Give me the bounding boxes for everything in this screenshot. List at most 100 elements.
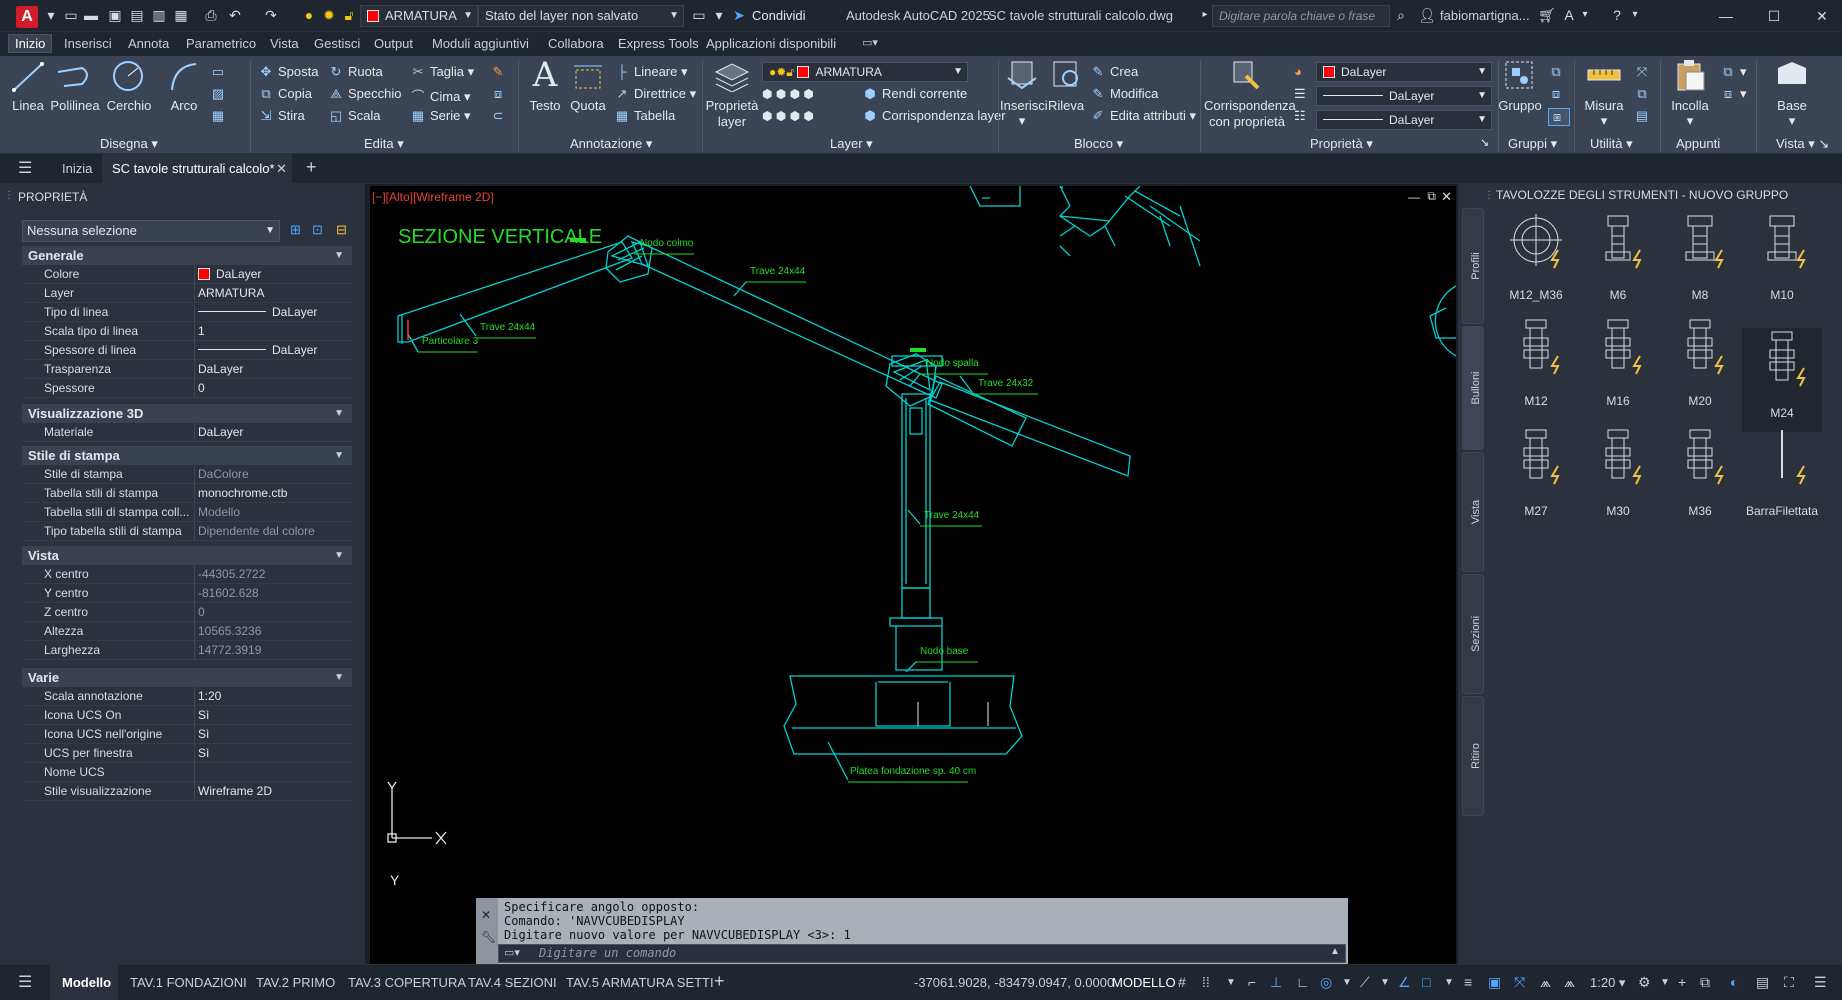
group-edita[interactable]: Edita ▾	[364, 136, 404, 152]
wrench-icon[interactable]: 🔧︎	[481, 930, 496, 944]
group-annotazione[interactable]: Annotazione ▾	[570, 136, 652, 152]
specchio-button[interactable]: ⟁ Specchio	[328, 86, 401, 102]
group-proprieta[interactable]: Proprietà ▾	[1310, 136, 1373, 152]
layout-tab-tav2[interactable]: TAV.2 PRIMO	[256, 975, 335, 990]
tab-vista[interactable]: Vista	[1462, 452, 1484, 572]
crea-button[interactable]: ✎ Crea	[1090, 64, 1139, 80]
modifica-button[interactable]: ✎ Modifica	[1090, 86, 1159, 102]
redo-icon[interactable]: ↷	[262, 6, 280, 24]
prop-row[interactable]: Icona UCS nell'origine Sì	[22, 725, 352, 744]
save-as-icon[interactable]: ▤	[128, 6, 146, 24]
stira-button[interactable]: ⇲ Stira	[258, 108, 305, 124]
user-icon[interactable]: 👤︎	[1418, 6, 1436, 24]
prop-row[interactable]: Larghezza 14772.3919	[22, 641, 352, 660]
prop-row[interactable]: Nome UCS	[22, 763, 352, 782]
web-save-icon[interactable]: ▥	[150, 6, 168, 24]
ungroup-icon[interactable]: ⧉	[1548, 64, 1568, 80]
gruppo-button[interactable]: Gruppo	[1498, 98, 1542, 113]
prop-row[interactable]: Icona UCS On Sì	[22, 706, 352, 725]
prop-row[interactable]: Tabella stili di stampa monochrome.ctb	[22, 484, 352, 503]
group-disegna[interactable]: Disegna ▾	[100, 136, 158, 152]
rileva-button[interactable]: Rileva	[1046, 98, 1086, 113]
layer-tools-row2[interactable]: ⬢ ⬢ ⬢ ⬢	[762, 108, 814, 123]
chevron-down-icon[interactable]: ▼	[1380, 977, 1390, 988]
grid-icon[interactable]: #	[1178, 974, 1186, 990]
undo-icon[interactable]: ↶	[226, 6, 244, 24]
open-folder-icon[interactable]: ▬	[82, 6, 100, 24]
tool-barra-filettata[interactable]: BarraFilettata	[1742, 426, 1822, 530]
tab-output[interactable]: Output	[374, 36, 413, 51]
tab-ritiro[interactable]: Ritiro	[1462, 696, 1484, 816]
tabella-button[interactable]: ▦ Tabella	[614, 108, 675, 124]
layer-state-dropdown[interactable]: Stato del layer non salvato ▼	[478, 5, 684, 27]
prop-row[interactable]: Spessore di linea DaLayer	[22, 341, 352, 360]
section-generale[interactable]: Generale ▼	[22, 246, 352, 265]
lineweight-icon[interactable]: ☷	[1294, 108, 1306, 124]
workspace-icon[interactable]: ▭	[690, 6, 708, 24]
proprieta-layer-button[interactable]: Proprietà layer	[704, 98, 760, 130]
command-input[interactable]: Digitare un comando	[498, 944, 1346, 963]
direttrice-button[interactable]: ↗ Direttrice ▾	[614, 86, 697, 102]
gear-icon[interactable]: ⚙	[1638, 974, 1651, 991]
section-vista[interactable]: Vista ▼	[22, 546, 352, 565]
tab-express-tools[interactable]: Express Tools	[618, 36, 699, 51]
tool-m12[interactable]: M12	[1496, 316, 1576, 420]
layout-tab-tav5[interactable]: TAV.5 ARMATURA SETTI	[566, 975, 714, 990]
tool-m20[interactable]: M20	[1660, 316, 1740, 420]
scala-button[interactable]: ◱ Scala	[328, 108, 381, 124]
tab-moduli-aggiuntivi[interactable]: Moduli aggiuntivi	[432, 36, 529, 51]
share-icon[interactable]: ➤	[730, 6, 748, 24]
prop-row[interactable]: Tipo di linea DaLayer	[22, 303, 352, 322]
tab-applicazioni[interactable]: Applicazioni disponibili	[706, 36, 836, 51]
tool-m12-m36[interactable]: M12_M36	[1496, 210, 1576, 314]
prop-row[interactable]: Colore DaLayer	[22, 265, 352, 284]
pickadd-icon[interactable]: ⊟	[336, 222, 347, 238]
layout-tab-tav3[interactable]: TAV.3 COPERTURA	[348, 975, 466, 990]
erase-icon[interactable]: ✎	[490, 64, 510, 80]
hardware-accel-icon[interactable]: ◐	[1730, 974, 1738, 990]
tool-m30[interactable]: M30	[1578, 426, 1658, 530]
group-layer[interactable]: Layer ▾	[830, 136, 873, 152]
layer-dropdown[interactable]: ARMATURA ▼	[360, 5, 478, 27]
edita-attributi-button[interactable]: ✐ Edita attributi ▾	[1090, 108, 1196, 124]
inserisci-button[interactable]: Inserisci ▾	[1000, 98, 1048, 129]
chevron-down-icon[interactable]: ▾	[710, 6, 728, 24]
tab-parametrico[interactable]: Parametrico	[186, 36, 256, 51]
group-select-icon[interactable]: ⧆	[1548, 108, 1570, 126]
layer-tools-row1[interactable]: ⬢ ⬢ ⬢ ⬢	[762, 86, 814, 101]
layer-control-dropdown[interactable]: ●✹🔓︎ ARMATURA ▼	[762, 62, 968, 82]
coordinates-readout[interactable]: -37061.9028, -83479.0947, 0.0000	[914, 975, 1114, 990]
prop-row[interactable]: Scala tipo di linea 1	[22, 322, 352, 341]
transparency-icon[interactable]: ▣	[1488, 974, 1501, 991]
tab-inizio[interactable]: Inizio	[8, 34, 53, 53]
quick-select-icon[interactable]: ⧉	[1634, 86, 1654, 102]
group-vista[interactable]: Vista ▾ ↘	[1776, 136, 1829, 152]
tool-m10[interactable]: M10	[1742, 210, 1822, 314]
group-blocco[interactable]: Blocco ▾	[1074, 136, 1123, 152]
rendi-corrente-button[interactable]: ⬢ Rendi corrente	[862, 86, 967, 102]
linea-button[interactable]: Linea	[10, 98, 46, 113]
plus-icon[interactable]: +	[1678, 974, 1686, 990]
prop-row[interactable]: Trasparenza DaLayer	[22, 360, 352, 379]
fullscreen-icon[interactable]: ⛶	[1784, 974, 1794, 991]
select-objects-icon[interactable]: ⊡	[312, 222, 323, 238]
ruota-button[interactable]: ↻ Ruota	[328, 64, 383, 80]
sun-icon[interactable]: ✹	[320, 6, 338, 24]
chevron-down-icon[interactable]: ▾	[1626, 6, 1644, 24]
snap-icon[interactable]: ⁞⁞	[1202, 974, 1210, 990]
minimize-icon[interactable]: —	[1714, 6, 1738, 26]
hatch-icon[interactable]: ▨	[210, 86, 230, 102]
linetype-dropdown[interactable]: DaLayer ▼	[1316, 86, 1492, 106]
section-vis3d[interactable]: Visualizzazione 3D ▼	[22, 404, 352, 423]
prop-row[interactable]: Stile di stampa DaColore	[22, 465, 352, 484]
autocad-logo[interactable]: A	[16, 6, 38, 28]
prop-row[interactable]: Layer ARMATURA	[22, 284, 352, 303]
annotation-scale[interactable]: 1:20 ▾	[1590, 975, 1625, 991]
selection-dropdown[interactable]: Nessuna selezione ▼	[22, 220, 280, 242]
serie-button[interactable]: ▦ Serie ▾	[410, 108, 471, 124]
chevron-down-icon[interactable]: ▾	[1576, 6, 1594, 24]
offset-icon[interactable]: ⊂	[490, 108, 510, 124]
isodraft-icon[interactable]: ⟋	[1360, 974, 1370, 991]
isolate-icon[interactable]: ⧉	[1700, 974, 1710, 991]
print-icon[interactable]: ⎙	[202, 6, 220, 24]
